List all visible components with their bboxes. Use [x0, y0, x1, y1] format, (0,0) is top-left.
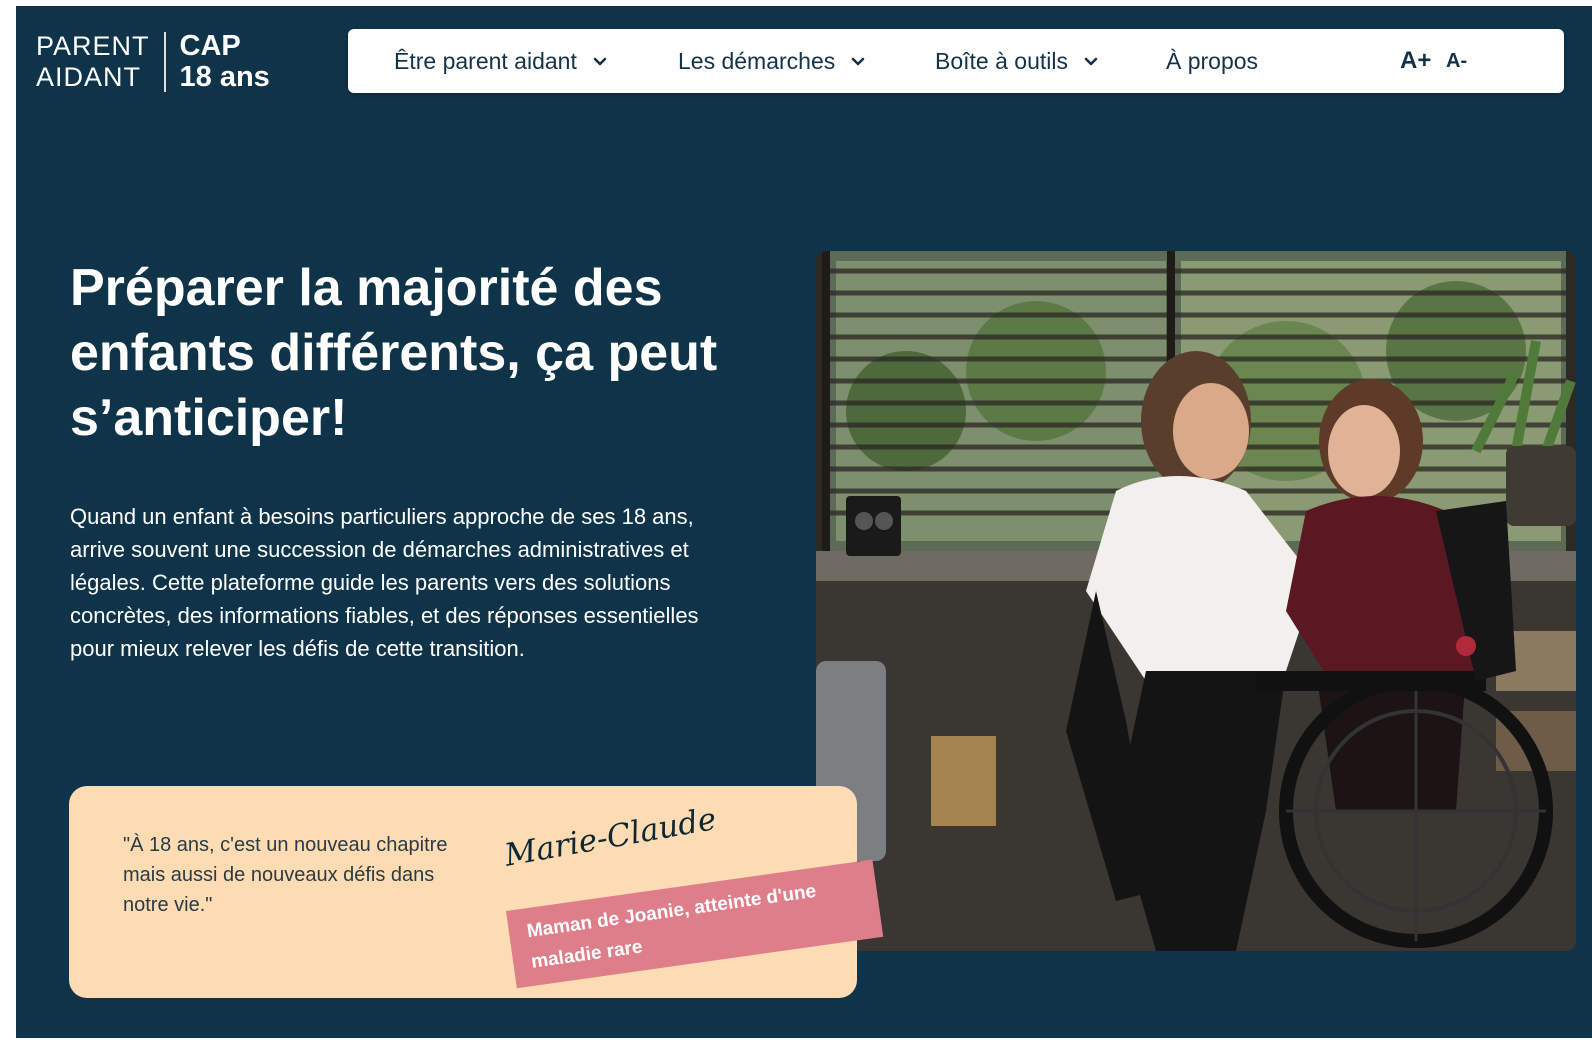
logo-divider	[163, 32, 166, 92]
chevron-down-icon	[851, 57, 865, 66]
nav-item-a-propos[interactable]: À propos	[1166, 29, 1258, 93]
hero-title: Préparer la majorité des enfants différe…	[70, 259, 718, 447]
testimonial-quote: "À 18 ans, c'est un nouveau chapitre mai…	[123, 834, 448, 916]
chevron-down-icon	[1084, 57, 1098, 66]
site-logo[interactable]: PARENT AIDANT CAP 18 ans	[36, 30, 270, 94]
chevron-down-icon	[593, 57, 607, 66]
nav-item-les-demarches[interactable]: Les démarches	[678, 29, 869, 93]
font-size-increase-button[interactable]: A+	[1400, 29, 1431, 93]
font-size-decrease-button[interactable]: A-	[1446, 29, 1467, 93]
hero-description: Quand un enfant à besoins particuliers a…	[70, 504, 699, 661]
logo-line-parent: PARENT	[36, 31, 150, 61]
logo-wordmark-left: PARENT AIDANT	[36, 30, 164, 94]
nav-item-label: Boîte à outils	[935, 47, 1068, 74]
testimonial-card: "À 18 ans, c'est un nouveau chapitre mai…	[69, 786, 884, 998]
logo-line-aidant: AIDANT	[36, 62, 142, 92]
testimonial-author-name: Marie-Claude	[501, 801, 719, 874]
nav-item-etre-parent-aidant[interactable]: Être parent aidant	[394, 29, 611, 93]
logo-wordmark-right: CAP 18 ans	[166, 30, 270, 94]
nav-item-boite-a-outils[interactable]: Boîte à outils	[935, 29, 1102, 93]
page: PARENT AIDANT CAP 18 ans Être parent aid…	[16, 6, 1592, 1038]
logo-line-18-ans: 18 ans	[179, 61, 270, 93]
hero-photo-illustration	[816, 251, 1576, 951]
nav-item-label: Les démarches	[678, 47, 836, 74]
nav-item-label: À propos	[1166, 47, 1259, 74]
main-navigation: Être parent aidant Les démarches Boîte à…	[348, 29, 1564, 93]
testimonial-caption-tag: Maman de Joanie, atteinte d'une maladie …	[506, 859, 884, 989]
hero-photo	[816, 251, 1576, 951]
nav-item-label: Être parent aidant	[394, 47, 577, 74]
logo-line-cap: CAP	[179, 30, 241, 62]
